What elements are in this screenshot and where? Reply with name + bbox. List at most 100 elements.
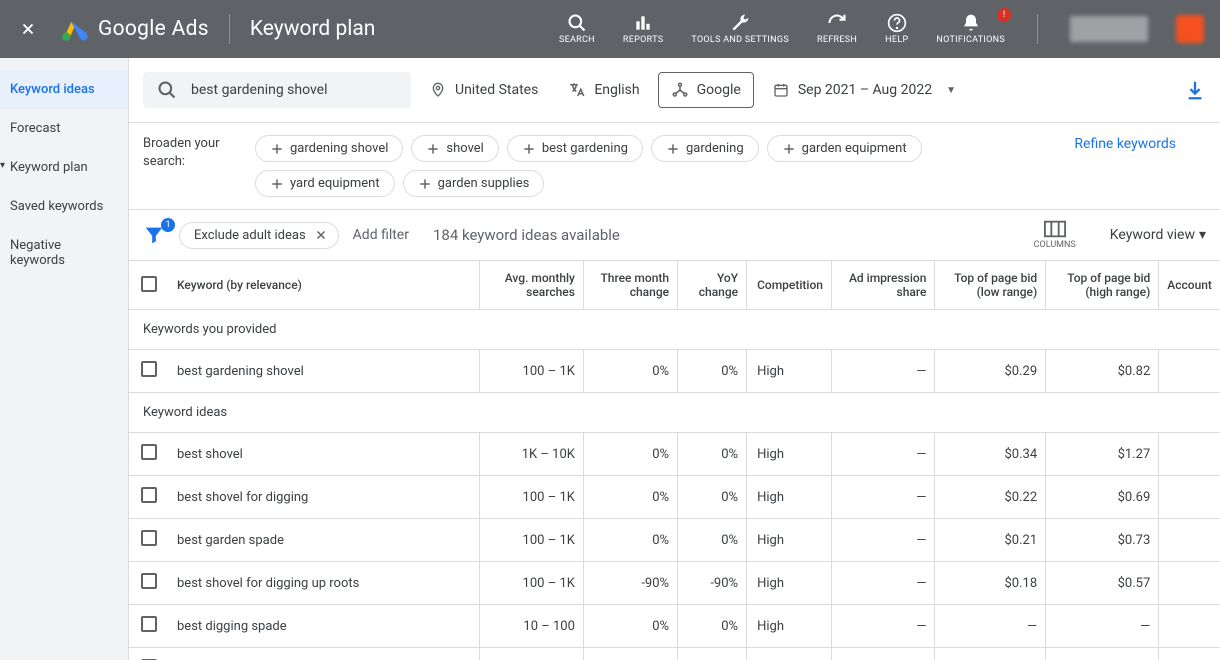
columns-button[interactable]: COLUMNS xyxy=(1034,220,1076,250)
cell-bid-high: $0.82 xyxy=(1046,350,1159,393)
table-row[interactable]: best gardening shovel100 – 1K0%0%High—$0… xyxy=(129,350,1220,393)
tool-settings[interactable]: TOOLS AND SETTINGS xyxy=(691,12,789,46)
download-button[interactable] xyxy=(1184,79,1206,101)
row-checkbox[interactable] xyxy=(141,616,157,632)
header-competition[interactable]: Competition xyxy=(747,261,832,310)
cell-three-month: 0% xyxy=(583,519,677,562)
header-yoy[interactable]: YoY change xyxy=(678,261,747,310)
filter-bar: United States English Google Sep 2021 – … xyxy=(129,58,1220,123)
row-checkbox[interactable] xyxy=(141,573,157,589)
location-filter[interactable]: United States xyxy=(417,73,550,107)
cell-competition: High xyxy=(747,605,832,648)
broaden-chip[interactable]: gardening xyxy=(651,135,759,162)
header-three-month[interactable]: Three month change xyxy=(583,261,677,310)
sidebar-item-saved-keywords[interactable]: Saved keywords xyxy=(0,187,128,226)
cell-three-month: 0% xyxy=(583,350,677,393)
tool-search[interactable]: SEARCH xyxy=(559,12,595,46)
notification-badge: ! xyxy=(997,8,1011,22)
cell-three-month: 0% xyxy=(583,476,677,519)
table-toolbar: 1 Exclude adult ideas Add filter 184 key… xyxy=(129,210,1220,260)
cell-bid-high: $1.27 xyxy=(1046,433,1159,476)
cell-three-month: 0% xyxy=(583,605,677,648)
table-section-row: Keyword ideas xyxy=(129,393,1220,433)
account-info[interactable] xyxy=(1070,16,1148,42)
header-ad-share[interactable]: Ad impression share xyxy=(831,261,934,310)
cell-keyword: best shovel for digging up roots xyxy=(169,562,479,605)
tool-refresh[interactable]: REFRESH xyxy=(817,12,857,46)
cell-account xyxy=(1159,350,1220,393)
language-filter[interactable]: English xyxy=(556,73,651,107)
app-header: Google Ads Keyword plan SEARCH REPORTS T… xyxy=(0,0,1220,58)
cell-competition: High xyxy=(747,350,832,393)
avatar[interactable] xyxy=(1176,15,1204,43)
filter-count-badge: 1 xyxy=(161,218,175,232)
chevron-down-icon: ▼ xyxy=(946,85,956,96)
close-button[interactable] xyxy=(16,17,40,41)
cell-account xyxy=(1159,519,1220,562)
broaden-chip[interactable]: shovel xyxy=(411,135,498,162)
close-icon[interactable] xyxy=(314,228,328,242)
cell-bid-high: $1.03 xyxy=(1046,648,1159,660)
cell-account xyxy=(1159,562,1220,605)
exclude-adult-chip[interactable]: Exclude adult ideas xyxy=(179,222,339,249)
cell-searches: 1K – 10K xyxy=(479,433,583,476)
select-all-checkbox[interactable] xyxy=(141,276,157,292)
tool-notifications[interactable]: ! NOTIFICATIONS xyxy=(936,12,1005,46)
plus-icon xyxy=(426,142,440,156)
broaden-label: Broaden your search: xyxy=(143,135,243,171)
table-header-row: Keyword (by relevance) Avg. monthly sear… xyxy=(129,261,1220,310)
refine-keywords-link[interactable]: Refine keywords xyxy=(1074,135,1206,155)
sidebar-item-forecast[interactable]: Forecast xyxy=(0,109,128,148)
row-checkbox[interactable] xyxy=(141,444,157,460)
row-checkbox[interactable] xyxy=(141,530,157,546)
cell-yoy: 0% xyxy=(678,605,747,648)
broaden-chip[interactable]: best gardening xyxy=(507,135,643,162)
header-bid-low[interactable]: Top of page bid (low range) xyxy=(935,261,1046,310)
broaden-chip[interactable]: garden supplies xyxy=(403,170,545,197)
header-searches[interactable]: Avg. monthly searches xyxy=(479,261,583,310)
network-icon xyxy=(671,81,689,99)
bell-icon xyxy=(960,12,982,34)
cell-searches: 100 – 1K xyxy=(479,562,583,605)
cell-searches: 100 – 1K xyxy=(479,648,583,660)
table-row[interactable]: best shovel for digging up roots100 – 1K… xyxy=(129,562,1220,605)
plus-icon xyxy=(270,142,284,156)
cell-three-month: 0% xyxy=(583,433,677,476)
table-row[interactable]: best shovel for digging100 – 1K0%0%High—… xyxy=(129,476,1220,519)
plus-icon xyxy=(782,142,796,156)
header-keyword[interactable]: Keyword (by relevance) xyxy=(169,261,479,310)
keyword-search-input[interactable] xyxy=(191,82,397,98)
broaden-chip[interactable]: gardening shovel xyxy=(255,135,403,162)
table-row[interactable]: best digging spade10 – 1000%0%High——— xyxy=(129,605,1220,648)
cell-account xyxy=(1159,605,1220,648)
table-row[interactable]: best shovel1K – 10K0%0%High—$0.34$1.27 xyxy=(129,433,1220,476)
broaden-chip[interactable]: yard equipment xyxy=(255,170,395,197)
date-range-filter[interactable]: Sep 2021 – Aug 2022 ▼ xyxy=(760,73,968,107)
keyword-search-box[interactable] xyxy=(143,72,411,108)
cell-bid-low: $0.18 xyxy=(935,562,1046,605)
network-filter[interactable]: Google xyxy=(658,72,754,108)
sidebar-item-negative-keywords[interactable]: Negative keywords xyxy=(0,226,128,280)
row-checkbox[interactable] xyxy=(141,487,157,503)
reports-icon xyxy=(632,12,654,34)
tool-help[interactable]: HELP xyxy=(885,12,908,46)
language-icon xyxy=(568,81,586,99)
table-row[interactable]: best garden spade100 – 1K0%0%High—$0.21$… xyxy=(129,519,1220,562)
header-divider xyxy=(229,14,230,44)
row-checkbox[interactable] xyxy=(141,361,157,377)
add-filter-button[interactable]: Add filter xyxy=(353,227,409,243)
broaden-chip[interactable]: garden equipment xyxy=(767,135,922,162)
table-wrapper[interactable]: Keyword (by relevance) Avg. monthly sear… xyxy=(129,260,1220,660)
header-account[interactable]: Account xyxy=(1159,261,1220,310)
tool-reports[interactable]: REPORTS xyxy=(623,12,663,46)
google-ads-logo-icon xyxy=(60,15,88,43)
cell-competition: High xyxy=(747,648,832,660)
page-title: Keyword plan xyxy=(250,17,376,41)
header-bid-high[interactable]: Top of page bid (high range) xyxy=(1046,261,1159,310)
table-row[interactable]: best spade shovel100 – 1K0%0%High—$0.18$… xyxy=(129,648,1220,660)
sidebar-item-keyword-plan[interactable]: Keyword plan xyxy=(0,148,128,187)
cell-yoy: 0% xyxy=(678,433,747,476)
filter-funnel-button[interactable]: 1 xyxy=(143,224,165,246)
view-dropdown[interactable]: Keyword view ▾ xyxy=(1110,227,1206,243)
sidebar-item-keyword-ideas[interactable]: Keyword ideas xyxy=(0,70,128,109)
